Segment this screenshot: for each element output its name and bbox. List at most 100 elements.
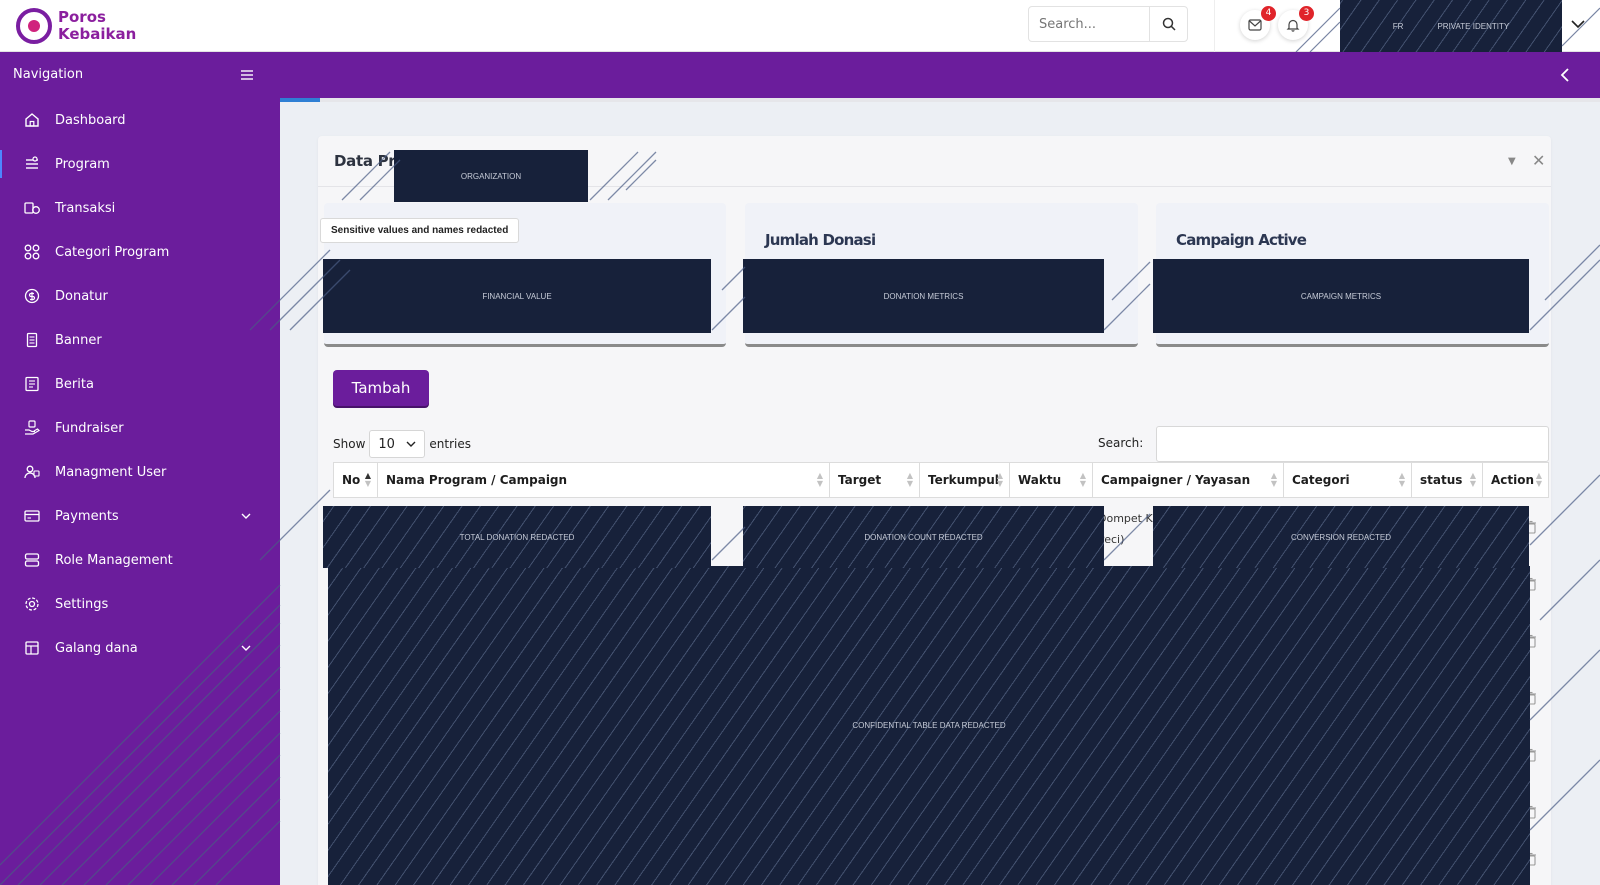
card-icon: [22, 506, 42, 526]
sidebar-item-banner[interactable]: Banner: [0, 318, 280, 362]
campaign-metrics-redacted: CAMPAIGN METRICS: [1153, 259, 1529, 333]
column-header-target[interactable]: Target ▲ ▼: [830, 463, 920, 497]
column-header-status[interactable]: status ▲ ▼: [1412, 463, 1483, 497]
redaction-label: DONATION COUNT REDACTED: [864, 532, 983, 542]
sidebar-item-payments[interactable]: Payments: [0, 494, 280, 538]
notifications-button[interactable]: 3: [1278, 6, 1314, 40]
column-header-campaigner[interactable]: Campaigner / Yayasan ▲ ▼: [1093, 463, 1284, 497]
global-search: [1028, 6, 1188, 42]
partial-cell-line: Peci): [1098, 533, 1125, 546]
table-search-input[interactable]: [1156, 426, 1549, 462]
redaction-label: CAMPAIGN METRICS: [1300, 291, 1382, 301]
column-header-categori[interactable]: Categori ▲ ▼: [1284, 463, 1412, 497]
column-header-no[interactable]: No ▲ ▼: [334, 463, 378, 497]
donation-metrics-redacted: DONATION METRICS: [743, 259, 1104, 333]
mail-icon: [1248, 19, 1262, 31]
sort-icon: ▲ ▼: [1079, 471, 1086, 488]
server-icon: [22, 550, 42, 570]
search-icon: [1162, 17, 1176, 31]
total-donation-redacted: TOTAL DONATION REDACTED: [323, 506, 711, 568]
sort-icon: ▲ ▼: [1469, 471, 1476, 488]
redaction-label: DONATION METRICS: [883, 291, 964, 301]
sidebar-item-managment-user[interactable]: Managment User: [0, 450, 280, 494]
chevron-down-icon: [1571, 19, 1585, 28]
card-title: Data Pr: [334, 152, 396, 170]
hamburger-menu-icon[interactable]: [238, 66, 256, 84]
partial-campaigner-cell: Dompet K Peci): [1098, 508, 1153, 550]
sort-icon: ▲ ▼: [1398, 471, 1405, 488]
sidebar-item-program[interactable]: Program: [0, 142, 280, 186]
redaction-label: CONFIDENTIAL TABLE DATA REDACTED: [852, 721, 1006, 730]
sidebar-item-settings[interactable]: Settings: [0, 582, 280, 626]
list-icon: [22, 154, 42, 174]
global-search-button[interactable]: [1149, 7, 1187, 41]
sidebar-item-label: Berita: [55, 376, 94, 392]
sort-icon: ▲ ▼: [996, 471, 1003, 488]
column-header-label: Target: [838, 473, 882, 487]
column-header-waktu[interactable]: Waktu ▲ ▼: [1010, 463, 1093, 497]
column-header-label: status: [1420, 473, 1463, 487]
donation-count-redacted: DONATION COUNT REDACTED: [743, 506, 1104, 568]
sidebar-item-transaksi[interactable]: Transaksi: [0, 186, 280, 230]
column-header-label: Action: [1491, 473, 1535, 487]
column-header-terkumpul[interactable]: Terkumpul ▲ ▼: [920, 463, 1010, 497]
column-header-action[interactable]: Action ▲ ▼: [1483, 463, 1548, 497]
sidebar-item-label: Program: [55, 156, 110, 172]
grid-icon: [22, 242, 42, 262]
hand-icon: [22, 418, 42, 438]
organization-redacted-box: ORGANIZATION: [394, 150, 588, 202]
sidebar-item-berita[interactable]: Berita: [0, 362, 280, 406]
partial-cell-line: Dompet K: [1098, 512, 1153, 525]
brand-logo[interactable]: Poros Kebaikan: [16, 8, 146, 44]
loading-progress-fill: [280, 98, 320, 102]
chevron-left-icon[interactable]: [1556, 66, 1574, 84]
confidential-table-redacted: CONFIDENTIAL TABLE DATA REDACTED: [328, 566, 1530, 885]
profile-initials: FR: [1392, 21, 1404, 31]
sidebar-nav: Dashboard Program Transaksi Categori Pro…: [0, 98, 280, 670]
chevron-down-icon[interactable]: [238, 640, 254, 656]
sidebar-item-role-management[interactable]: Role Management: [0, 538, 280, 582]
messages-button[interactable]: 4: [1240, 6, 1276, 40]
profile-menu-toggle[interactable]: [1568, 14, 1588, 34]
redaction-label: FINANCIAL VALUE: [482, 291, 552, 301]
collapse-card-icon[interactable]: ▼: [1508, 156, 1516, 167]
bell-icon: [1286, 19, 1300, 32]
page-size-value: 10: [378, 436, 395, 452]
sidebar-item-label: Role Management: [55, 552, 173, 568]
loading-progress: [280, 98, 1600, 102]
page-header-strip: [280, 52, 1600, 98]
entries-length-control: Show 10 entries: [333, 430, 471, 458]
stat-card-title: Jumlah Donasi: [765, 231, 876, 249]
column-header-label: Categori: [1292, 473, 1350, 487]
page-size-select[interactable]: 10: [369, 430, 426, 458]
add-program-button[interactable]: Tambah: [333, 370, 429, 406]
notifications-badge: 3: [1299, 6, 1314, 21]
redaction-label: TOTAL DONATION REDACTED: [459, 532, 575, 542]
global-search-input[interactable]: [1029, 7, 1149, 41]
profile-redacted-box[interactable]: FR PRIVATE IDENTITY: [1340, 0, 1562, 52]
sidebar-item-label: Dashboard: [55, 112, 126, 128]
sort-icon: ▲ ▼: [364, 471, 371, 488]
column-header-label: No: [342, 473, 361, 487]
redaction-label: CONVERSION REDACTED: [1290, 532, 1391, 542]
column-header-label: Terkumpul: [928, 473, 999, 487]
stat-card-title: Campaign Active: [1176, 231, 1307, 249]
sidebar-item-dashboard[interactable]: Dashboard: [0, 98, 280, 142]
column-header-label: Nama Program / Campaign: [386, 473, 568, 487]
users-icon: [22, 462, 42, 482]
show-label: Show: [333, 437, 366, 451]
close-card-icon[interactable]: ✕: [1532, 151, 1545, 170]
chevron-down-icon[interactable]: [238, 508, 254, 524]
dollar-icon: [22, 286, 42, 306]
gear-icon: [22, 594, 42, 614]
column-header-label: Waktu: [1018, 473, 1062, 487]
sidebar-item-donatur[interactable]: Donatur: [0, 274, 280, 318]
sidebar-item-fundraiser[interactable]: Fundraiser: [0, 406, 280, 450]
chevron-down-icon: [406, 441, 416, 447]
profile-redaction-label: PRIVATE IDENTITY: [1437, 21, 1510, 31]
sidebar-item-galang-dana[interactable]: Galang dana: [0, 626, 280, 670]
column-header-label: Campaigner / Yayasan: [1101, 473, 1251, 487]
sidebar-item-categori-program[interactable]: Categori Program: [0, 230, 280, 274]
column-header-nama-program[interactable]: Nama Program / Campaign ▲ ▼: [378, 463, 830, 497]
sidebar-title: Navigation: [13, 67, 84, 82]
